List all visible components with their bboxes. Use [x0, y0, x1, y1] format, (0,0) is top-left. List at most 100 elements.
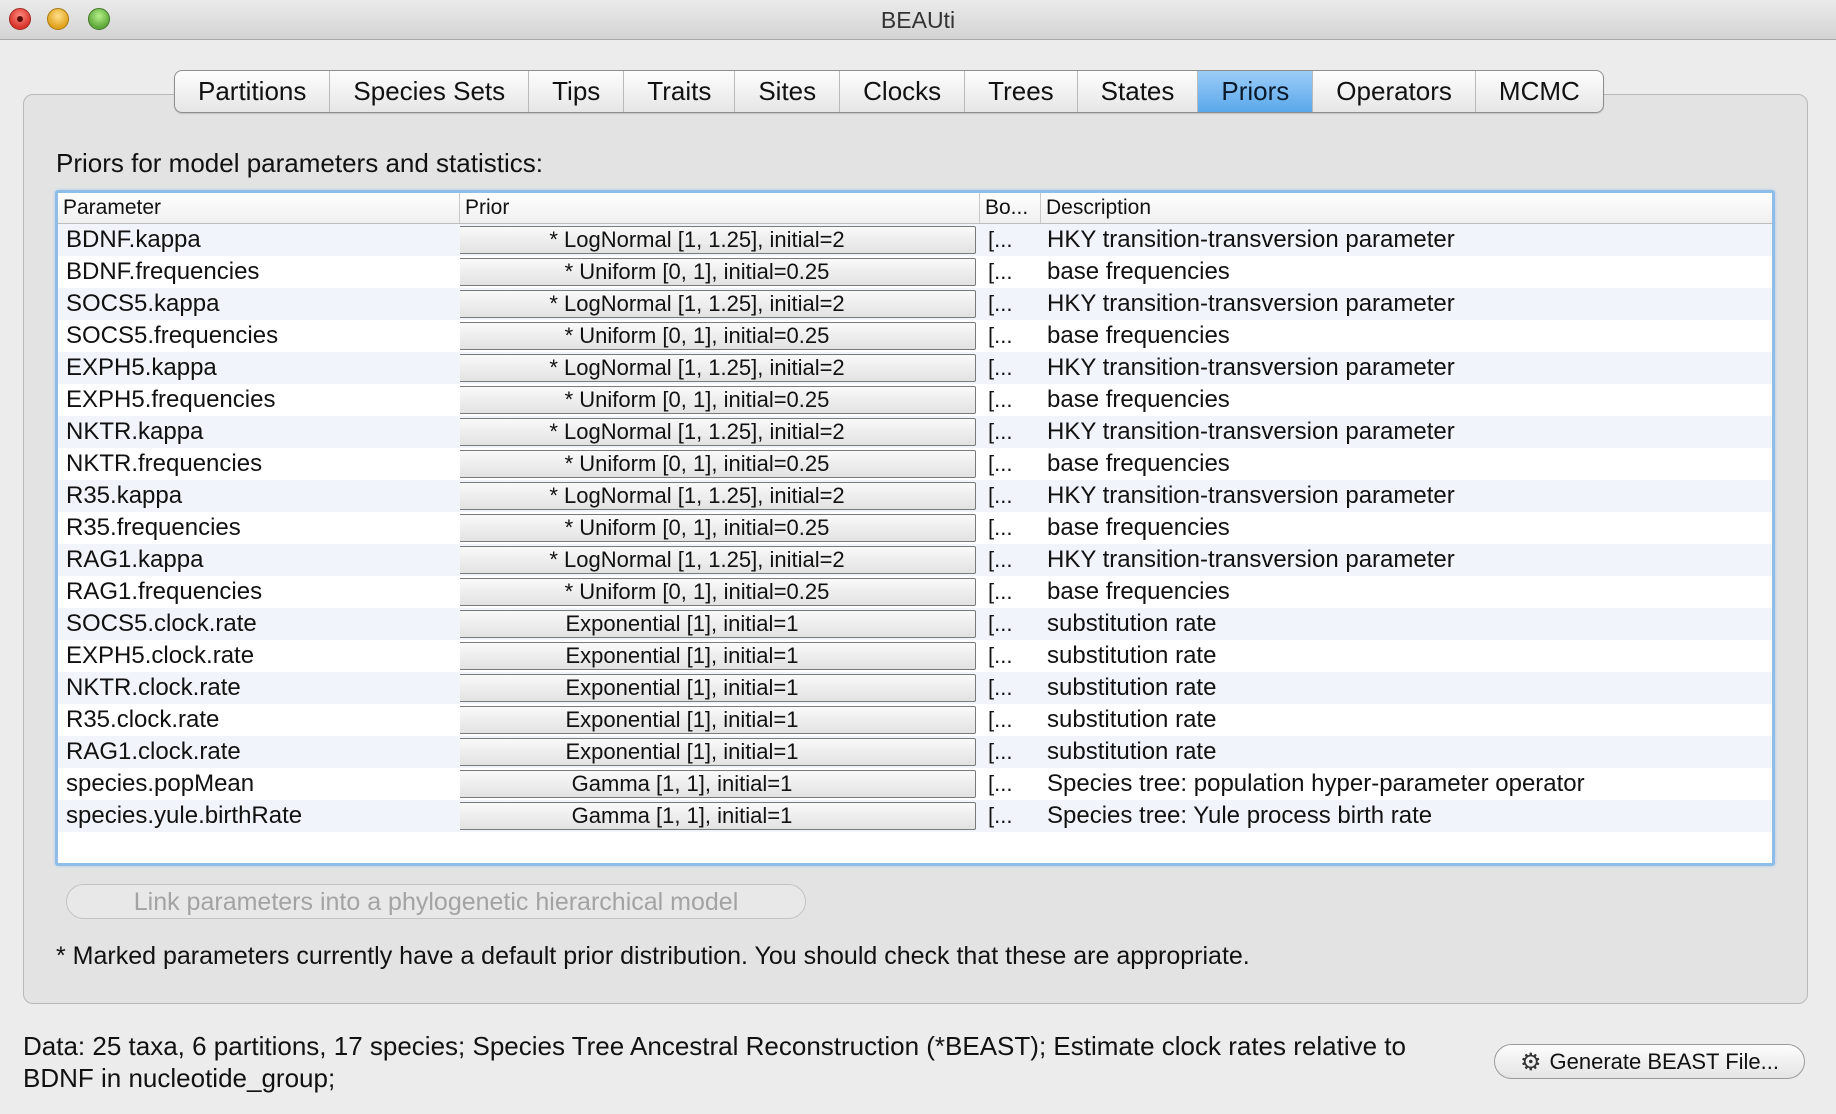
bound-cell[interactable]: [...	[980, 419, 1041, 445]
table-row[interactable]: NKTR.frequencies * Uniform [0, 1], initia…	[58, 448, 1772, 480]
parameter-cell: SOCS5.frequencies	[66, 322, 279, 349]
prior-button[interactable]: Exponential [1], initial=1	[460, 674, 976, 702]
parameter-cell: RAG1.kappa	[66, 546, 204, 573]
bound-cell[interactable]: [...	[980, 707, 1041, 733]
tab-priors[interactable]: Priors	[1198, 71, 1314, 112]
priors-heading: Priors for model parameters and statisti…	[56, 148, 543, 178]
generate-beast-file-button[interactable]: ⚙ Generate BEAST File...	[1494, 1044, 1805, 1079]
parameter-cell: R35.kappa	[66, 482, 183, 509]
column-header-prior[interactable]: Prior	[460, 193, 980, 223]
bound-cell[interactable]: [...	[980, 643, 1041, 669]
prior-button[interactable]: * LogNormal [1, 1.25], initial=2	[460, 226, 976, 254]
tab-species-sets[interactable]: Species Sets	[330, 71, 530, 112]
table-row[interactable]: BDNF.kappa * LogNormal [1, 1.25], initial…	[58, 224, 1772, 256]
description-cell: base frequencies	[1047, 258, 1230, 285]
table-row[interactable]: NKTR.clock.rate Exponential [1], initial=…	[58, 672, 1772, 704]
prior-button[interactable]: * Uniform [0, 1], initial=0.25	[460, 322, 976, 350]
description-cell: HKY transition-transversion parameter	[1047, 226, 1455, 253]
bound-cell[interactable]: [...	[980, 515, 1041, 541]
prior-button[interactable]: * Uniform [0, 1], initial=0.25	[460, 258, 976, 286]
gear-icon: ⚙	[1520, 1049, 1542, 1076]
bound-cell[interactable]: [...	[980, 259, 1041, 285]
table-row[interactable]: RAG1.kappa * LogNormal [1, 1.25], initial…	[58, 544, 1772, 576]
table-row[interactable]: NKTR.kappa * LogNormal [1, 1.25], initial…	[58, 416, 1772, 448]
tab-mcmc[interactable]: MCMC	[1476, 71, 1603, 112]
bound-cell[interactable]: [...	[980, 387, 1041, 413]
prior-button[interactable]: * LogNormal [1, 1.25], initial=2	[460, 482, 976, 510]
description-cell: substitution rate	[1047, 674, 1217, 701]
bound-cell[interactable]: [...	[980, 355, 1041, 381]
bound-cell[interactable]: [...	[980, 579, 1041, 605]
tab-partitions[interactable]: Partitions	[175, 71, 331, 112]
window-title: BEAUti	[880, 7, 956, 33]
prior-button[interactable]: * LogNormal [1, 1.25], initial=2	[460, 354, 976, 382]
bound-cell[interactable]: [...	[980, 483, 1041, 509]
description-cell: base frequencies	[1047, 322, 1230, 349]
prior-cell: Exponential [1], initial=1	[460, 738, 980, 766]
prior-cell: Gamma [1, 1], initial=1	[460, 802, 980, 830]
table-row[interactable]: species.popMean Gamma [1, 1], initial=1 [.…	[58, 768, 1772, 800]
column-header-bound[interactable]: Bo...	[980, 193, 1041, 223]
bound-cell[interactable]: [...	[980, 291, 1041, 317]
table-row[interactable]: RAG1.clock.rate Exponential [1], initial=…	[58, 736, 1772, 768]
prior-button[interactable]: * LogNormal [1, 1.25], initial=2	[460, 418, 976, 446]
description-cell: substitution rate	[1047, 738, 1217, 765]
table-body: BDNF.kappa * LogNormal [1, 1.25], initial…	[58, 224, 1772, 832]
bound-cell[interactable]: [...	[980, 451, 1041, 477]
prior-button[interactable]: * Uniform [0, 1], initial=0.25	[460, 450, 976, 478]
table-row[interactable]: SOCS5.kappa * LogNormal [1, 1.25], initia…	[58, 288, 1772, 320]
prior-button[interactable]: Exponential [1], initial=1	[460, 642, 976, 670]
table-row[interactable]: R35.clock.rate Exponential [1], initial=1…	[58, 704, 1772, 736]
tab-operators[interactable]: Operators	[1313, 71, 1476, 112]
bound-cell[interactable]: [...	[980, 675, 1041, 701]
prior-button[interactable]: * Uniform [0, 1], initial=0.25	[460, 386, 976, 414]
parameter-cell: NKTR.clock.rate	[66, 674, 241, 701]
table-row[interactable]: species.yule.birthRate Gamma [1, 1], init…	[58, 800, 1772, 832]
prior-button[interactable]: * LogNormal [1, 1.25], initial=2	[460, 290, 976, 318]
tab-tips[interactable]: Tips	[529, 71, 625, 112]
table-row[interactable]: SOCS5.clock.rate Exponential [1], initial…	[58, 608, 1772, 640]
table-row[interactable]: SOCS5.frequencies * Uniform [0, 1], initi…	[58, 320, 1772, 352]
table-row[interactable]: EXPH5.kappa * LogNormal [1, 1.25], initia…	[58, 352, 1772, 384]
parameter-cell: NKTR.frequencies	[66, 450, 263, 477]
table-row[interactable]: EXPH5.clock.rate Exponential [1], initial…	[58, 640, 1772, 672]
prior-button[interactable]: Gamma [1, 1], initial=1	[460, 770, 976, 798]
bound-cell[interactable]: [...	[980, 771, 1041, 797]
prior-button[interactable]: * Uniform [0, 1], initial=0.25	[460, 578, 976, 606]
prior-cell: * Uniform [0, 1], initial=0.25	[460, 450, 980, 478]
bound-cell[interactable]: [...	[980, 803, 1041, 829]
prior-button[interactable]: * Uniform [0, 1], initial=0.25	[460, 514, 976, 542]
tab-states[interactable]: States	[1078, 71, 1199, 112]
bound-cell[interactable]: [...	[980, 739, 1041, 765]
table-row[interactable]: RAG1.frequencies * Uniform [0, 1], initia…	[58, 576, 1772, 608]
prior-cell: Exponential [1], initial=1	[460, 642, 980, 670]
parameter-cell: RAG1.frequencies	[66, 578, 263, 605]
prior-button[interactable]: Exponential [1], initial=1	[460, 738, 976, 766]
tab-clocks[interactable]: Clocks	[840, 71, 966, 112]
bound-cell[interactable]: [...	[980, 547, 1041, 573]
column-header-description[interactable]: Description	[1041, 193, 1772, 223]
prior-cell: * Uniform [0, 1], initial=0.25	[460, 258, 980, 286]
description-cell: base frequencies	[1047, 578, 1230, 605]
table-row[interactable]: R35.kappa * LogNormal [1, 1.25], initial=…	[58, 480, 1772, 512]
prior-button[interactable]: Exponential [1], initial=1	[460, 706, 976, 734]
tab-trees[interactable]: Trees	[965, 71, 1078, 112]
bound-cell[interactable]: [...	[980, 227, 1041, 253]
priors-table[interactable]: Parameter Prior Bo... Description BDNF.k…	[55, 190, 1775, 866]
bound-cell[interactable]: [...	[980, 611, 1041, 637]
column-header-parameter[interactable]: Parameter	[58, 193, 460, 223]
prior-cell: * Uniform [0, 1], initial=0.25	[460, 322, 980, 350]
prior-button[interactable]: Exponential [1], initial=1	[460, 610, 976, 638]
description-cell: base frequencies	[1047, 450, 1230, 477]
parameter-cell: R35.frequencies	[66, 514, 241, 541]
bound-cell[interactable]: [...	[980, 323, 1041, 349]
tab-traits[interactable]: Traits	[624, 71, 736, 112]
prior-cell: * LogNormal [1, 1.25], initial=2	[460, 290, 980, 318]
table-row[interactable]: EXPH5.frequencies * Uniform [0, 1], initi…	[58, 384, 1772, 416]
table-row[interactable]: BDNF.frequencies * Uniform [0, 1], initia…	[58, 256, 1772, 288]
table-row[interactable]: R35.frequencies * Uniform [0, 1], initial…	[58, 512, 1772, 544]
prior-button[interactable]: Gamma [1, 1], initial=1	[460, 802, 976, 830]
prior-button[interactable]: * LogNormal [1, 1.25], initial=2	[460, 546, 976, 574]
tab-sites[interactable]: Sites	[735, 71, 841, 112]
link-parameters-button[interactable]: Link parameters into a phylogenetic hier…	[66, 884, 806, 919]
